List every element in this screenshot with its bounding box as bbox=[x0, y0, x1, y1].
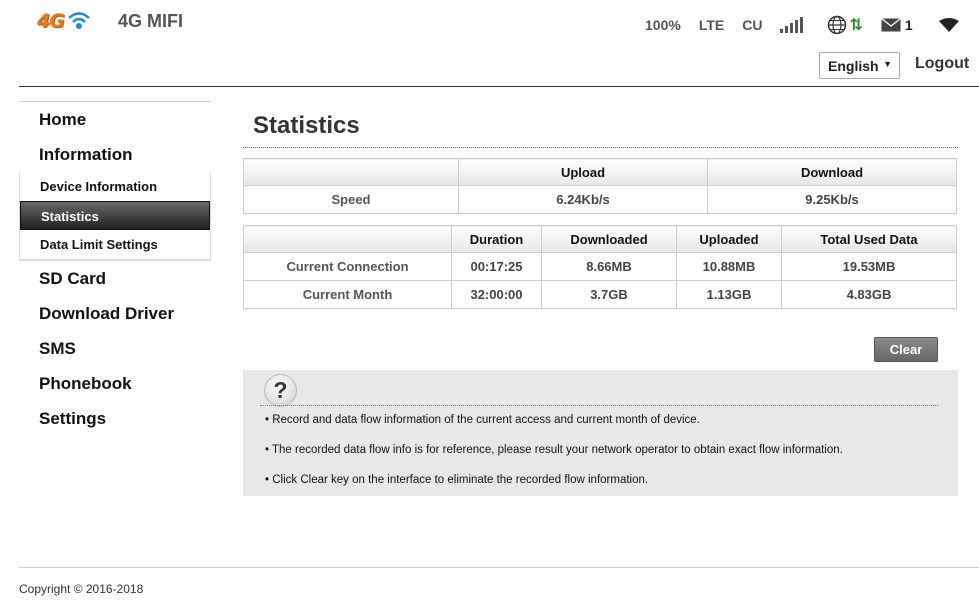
language-select[interactable]: English ▼ bbox=[819, 52, 900, 79]
wifi-logo-icon bbox=[67, 12, 90, 29]
sidebar-submenu: Device Information Statistics Data Limit… bbox=[19, 172, 211, 259]
sidebar-item-home[interactable]: Home bbox=[19, 102, 211, 137]
table-cell: Speed bbox=[243, 185, 459, 214]
app-title: 4G MIFI bbox=[118, 11, 184, 31]
table-row: Speed 6.24Kb/s 9.25Kb/s bbox=[243, 185, 957, 214]
help-panel: ? Record and data flow information of th… bbox=[243, 370, 958, 496]
sidebar-subitem-data-limit-settings[interactable]: Data Limit Settings bbox=[20, 230, 210, 259]
sidebar-subitem-device-information[interactable]: Device Information bbox=[20, 172, 210, 201]
logo: 4G bbox=[37, 10, 92, 32]
network-type: LTE bbox=[698, 17, 725, 33]
globe-icon bbox=[828, 15, 847, 35]
data-transfer-icon: ⇅ bbox=[849, 17, 863, 34]
table-header-row: Duration Downloaded Uploaded Total Used … bbox=[243, 225, 957, 253]
message-count: 1 bbox=[904, 17, 913, 33]
operator-name: CU bbox=[742, 17, 763, 33]
table-cell: 4.83GB bbox=[781, 280, 957, 309]
footer-divider bbox=[19, 567, 979, 568]
battery-level: 100% bbox=[645, 17, 681, 33]
table-cell: 8.66MB bbox=[541, 252, 677, 281]
sidebar-item-sms[interactable]: SMS bbox=[19, 331, 211, 366]
table-header-cell: Uploaded bbox=[676, 225, 782, 253]
header-divider bbox=[19, 86, 979, 87]
table-header-row: Upload Download bbox=[243, 158, 957, 186]
help-item: Record and data flow information of the … bbox=[265, 414, 700, 426]
table-cell: 32:00:00 bbox=[451, 280, 542, 309]
table-cell: 1.13GB bbox=[676, 280, 782, 309]
table-cell: 19.53MB bbox=[781, 252, 957, 281]
sidebar-item-sd-card[interactable]: SD Card bbox=[19, 261, 211, 296]
table-cell: 10.88MB bbox=[676, 252, 782, 281]
language-selected: English bbox=[828, 58, 879, 74]
help-item: Click Clear key on the interface to elim… bbox=[265, 474, 648, 486]
help-icon: ? bbox=[264, 374, 297, 407]
usage-table: Duration Downloaded Uploaded Total Used … bbox=[243, 225, 957, 309]
sidebar-item-phonebook[interactable]: Phonebook bbox=[19, 366, 211, 401]
table-row: Current Month 32:00:00 3.7GB 1.13GB 4.83… bbox=[243, 280, 957, 309]
chevron-down-icon: ▼ bbox=[883, 59, 892, 69]
status-bar: 100% LTE CU ⇅ 1 bbox=[645, 14, 959, 36]
table-cell: 00:17:25 bbox=[451, 252, 542, 281]
logout-link[interactable]: Logout bbox=[915, 55, 969, 73]
sidebar-item-settings[interactable]: Settings bbox=[19, 401, 211, 436]
logo-4g-text: 4G bbox=[37, 10, 65, 32]
table-cell: 9.25Kb/s bbox=[707, 185, 957, 214]
table-header-cell: Downloaded bbox=[541, 225, 677, 253]
table-cell: Current Connection bbox=[243, 252, 452, 281]
table-cell: 3.7GB bbox=[541, 280, 677, 309]
table-header-cell: Upload bbox=[458, 158, 708, 186]
help-item: The recorded data flow info is for refer… bbox=[265, 444, 843, 456]
table-cell: 6.24Kb/s bbox=[458, 185, 708, 214]
table-header-cell bbox=[243, 225, 452, 253]
table-header-cell bbox=[243, 158, 459, 186]
wifi-signal-icon bbox=[938, 18, 959, 32]
title-divider bbox=[243, 147, 958, 148]
sidebar-item-information[interactable]: Information bbox=[19, 137, 211, 172]
page-title: Statistics bbox=[253, 112, 360, 139]
mail-icon[interactable] bbox=[880, 18, 901, 32]
sidebar-item-download-driver[interactable]: Download Driver bbox=[19, 296, 211, 331]
clear-button[interactable]: Clear bbox=[874, 337, 938, 362]
speed-table: Upload Download Speed 6.24Kb/s 9.25Kb/s bbox=[243, 158, 957, 214]
copyright-text: Copyright © 2016-2018 bbox=[19, 582, 144, 596]
table-cell: Current Month bbox=[243, 280, 452, 309]
signal-strength-icon bbox=[780, 17, 805, 33]
table-header-cell: Download bbox=[707, 158, 957, 186]
help-divider bbox=[260, 405, 938, 406]
table-header-cell: Total Used Data bbox=[781, 225, 957, 253]
table-row: Current Connection 00:17:25 8.66MB 10.88… bbox=[243, 252, 957, 281]
sidebar-subitem-statistics[interactable]: Statistics bbox=[20, 201, 210, 230]
sidebar: Home Information Device Information Stat… bbox=[19, 101, 211, 436]
table-header-cell: Duration bbox=[451, 225, 542, 253]
